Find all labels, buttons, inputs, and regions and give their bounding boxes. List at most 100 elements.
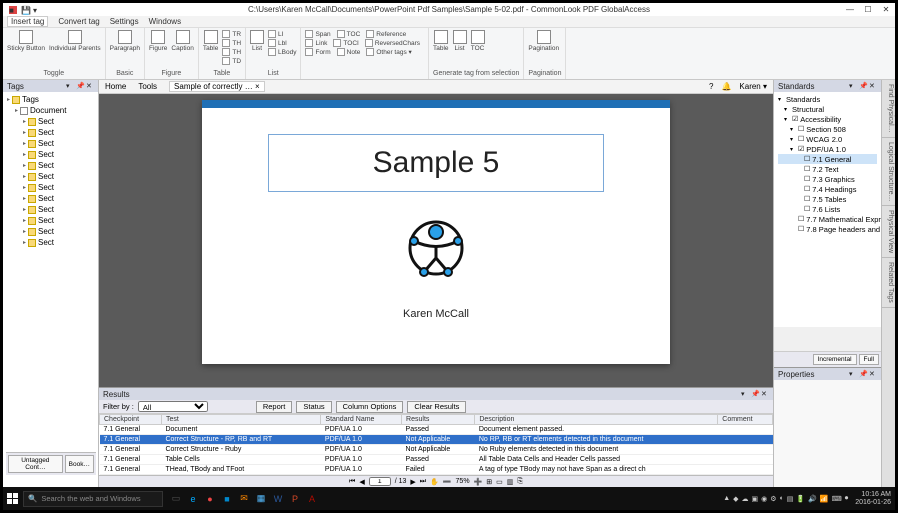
pin-icon[interactable]: 📌 bbox=[751, 390, 759, 398]
standards-node[interactable]: ▾☐Section 508 bbox=[778, 124, 877, 134]
tree-node[interactable]: ▸Sect bbox=[7, 149, 94, 160]
help-icon[interactable]: ? bbox=[709, 82, 713, 91]
ribbon-button[interactable]: Figure bbox=[149, 30, 167, 52]
ribbon-small-button[interactable]: TD bbox=[222, 57, 241, 65]
tree-node[interactable]: ▸Sect bbox=[7, 138, 94, 149]
untagged-content-button[interactable]: Untagged Cont… bbox=[8, 455, 63, 473]
prev-page-icon[interactable]: ◀ bbox=[359, 478, 364, 486]
ribbon-button[interactable]: List bbox=[453, 30, 467, 52]
user-menu[interactable]: Karen ▾ bbox=[739, 82, 767, 91]
tags-tree[interactable]: ▸Tags▸Document▸Sect▸Sect▸Sect▸Sect▸Sect▸… bbox=[3, 92, 98, 487]
panel-close-icon[interactable]: ✕ bbox=[869, 370, 877, 378]
panel-close-icon[interactable]: ✕ bbox=[761, 390, 769, 398]
clear-results-button[interactable]: Clear Results bbox=[407, 401, 466, 413]
zoom-out-icon[interactable]: ➖ bbox=[443, 478, 452, 486]
column-header[interactable]: Comment bbox=[718, 415, 773, 425]
tray-icon[interactable]: ◐ bbox=[780, 495, 784, 502]
column-header[interactable]: Test bbox=[161, 415, 320, 425]
standards-node[interactable]: ▾Structural bbox=[778, 104, 877, 114]
column-header[interactable]: Description bbox=[475, 415, 718, 425]
bookmarks-button[interactable]: Book… bbox=[65, 455, 94, 473]
pin-icon[interactable]: 📌 bbox=[859, 82, 867, 90]
tool-icon[interactable]: ⎘ bbox=[517, 478, 523, 486]
ribbon-small-button[interactable]: Other tags ▾ bbox=[366, 48, 411, 56]
taskbar-app-icon[interactable]: P bbox=[288, 492, 302, 506]
page-number-input[interactable] bbox=[369, 477, 391, 486]
tray-icon[interactable]: ⌨ bbox=[832, 495, 842, 503]
menu-item[interactable]: Settings bbox=[110, 17, 139, 26]
menu-item[interactable]: Convert tag bbox=[58, 17, 99, 26]
ribbon-small-button[interactable]: Note bbox=[337, 48, 361, 56]
tray-icon[interactable]: ⏺ bbox=[845, 495, 849, 503]
standards-node[interactable]: ☐7.6 Lists bbox=[778, 204, 877, 214]
pin-icon[interactable]: ▾ bbox=[741, 390, 749, 398]
zoom-level[interactable]: 75% bbox=[456, 478, 470, 485]
column-header[interactable]: Standard Name bbox=[321, 415, 402, 425]
taskbar-search[interactable]: 🔍 Search the web and Windows bbox=[23, 491, 163, 507]
ribbon-small-button[interactable]: Reference bbox=[366, 30, 406, 38]
ribbon-small-button[interactable]: ReversedChars bbox=[365, 39, 420, 47]
side-tab[interactable]: Physical View bbox=[882, 206, 895, 258]
menu-item[interactable]: Windows bbox=[149, 17, 181, 26]
standards-node[interactable]: ☐7.7 Mathematical Expressio bbox=[778, 214, 877, 224]
qat-dropdown-icon[interactable]: ▾ bbox=[33, 6, 41, 14]
standards-node[interactable]: ☐7.2 Text bbox=[778, 164, 877, 174]
incremental-button[interactable]: Incremental bbox=[813, 354, 857, 365]
tab-home[interactable]: Home bbox=[105, 82, 126, 91]
minimize-button[interactable]: — bbox=[841, 4, 859, 16]
tree-node[interactable]: ▸Sect bbox=[7, 171, 94, 182]
maximize-button[interactable]: ☐ bbox=[859, 4, 877, 16]
tree-node[interactable]: ▸Sect bbox=[7, 204, 94, 215]
tree-node[interactable]: ▸Sect bbox=[7, 215, 94, 226]
filter-select[interactable]: All bbox=[138, 401, 208, 412]
zoom-in-icon[interactable]: ➕ bbox=[474, 478, 483, 486]
ribbon-small-button[interactable]: TH bbox=[222, 39, 241, 47]
ribbon-button[interactable]: Individual Parents bbox=[49, 30, 101, 52]
ribbon-button[interactable]: Table bbox=[433, 30, 449, 52]
side-tab[interactable]: Related Tags bbox=[882, 258, 895, 308]
tree-node[interactable]: ▸Tags bbox=[7, 94, 94, 105]
close-button[interactable]: ✕ bbox=[877, 4, 895, 16]
status-button[interactable]: Status bbox=[296, 401, 331, 413]
pin-icon[interactable]: ▾ bbox=[66, 82, 74, 90]
tray-icon[interactable]: 🔊 bbox=[808, 495, 817, 503]
tray-icon[interactable]: ◆ bbox=[733, 495, 738, 503]
taskbar-app-icon[interactable]: ▭ bbox=[169, 492, 183, 506]
pin-icon[interactable]: ▾ bbox=[849, 370, 857, 378]
tool-icon[interactable]: ▥ bbox=[507, 478, 514, 486]
ribbon-button[interactable]: Table bbox=[203, 30, 219, 52]
ribbon-button[interactable]: Pagination bbox=[528, 30, 559, 52]
ribbon-small-button[interactable]: Form bbox=[305, 48, 330, 56]
ribbon-button[interactable]: Paragraph bbox=[110, 30, 140, 52]
standards-node[interactable]: ▾☑Accessibility bbox=[778, 114, 877, 124]
start-button[interactable] bbox=[3, 489, 23, 509]
full-button[interactable]: Full bbox=[859, 354, 879, 365]
tab-tools[interactable]: Tools bbox=[138, 82, 157, 91]
tray-icon[interactable]: 🔋 bbox=[796, 495, 805, 503]
table-row[interactable]: 7.1 GeneralCorrect Structure - RP, RB an… bbox=[100, 435, 773, 445]
tree-node[interactable]: ▸Sect bbox=[7, 116, 94, 127]
tray-icon[interactable]: ⚙ bbox=[770, 495, 776, 503]
tray-icon[interactable]: ▤ bbox=[787, 495, 794, 503]
standards-node[interactable]: ▾☑PDF/UA 1.0 bbox=[778, 144, 877, 154]
next-page-icon[interactable]: ▶ bbox=[410, 478, 415, 486]
taskbar-app-icon[interactable]: ▦ bbox=[254, 492, 268, 506]
column-header[interactable]: Checkpoint bbox=[100, 415, 162, 425]
standards-node[interactable]: ☐7.5 Tables bbox=[778, 194, 877, 204]
tray-icon[interactable]: ▣ bbox=[752, 495, 759, 503]
ribbon-small-button[interactable]: LI bbox=[268, 30, 296, 38]
tree-node[interactable]: ▸Sect bbox=[7, 226, 94, 237]
document-viewport[interactable]: Sample 5 Ka bbox=[99, 94, 773, 387]
ribbon-small-button[interactable]: Lbl bbox=[268, 39, 296, 47]
ribbon-button[interactable]: TOC bbox=[471, 30, 485, 52]
standards-tree[interactable]: ▾Standards▾Structural▾☑Accessibility▾☐Se… bbox=[774, 92, 881, 327]
panel-close-icon[interactable]: ✕ bbox=[869, 82, 877, 90]
ribbon-small-button[interactable]: TOC bbox=[337, 30, 361, 38]
side-tab[interactable]: Find Physical… bbox=[882, 80, 895, 138]
taskbar-app-icon[interactable]: ✉ bbox=[237, 492, 251, 506]
ribbon-small-button[interactable]: Span bbox=[305, 30, 330, 38]
tray-icon[interactable]: ◉ bbox=[761, 495, 767, 503]
standards-node[interactable]: ▾Standards bbox=[778, 94, 877, 104]
ribbon-button[interactable]: Sticky Button bbox=[7, 30, 45, 52]
column-options-button[interactable]: Column Options bbox=[336, 401, 404, 413]
